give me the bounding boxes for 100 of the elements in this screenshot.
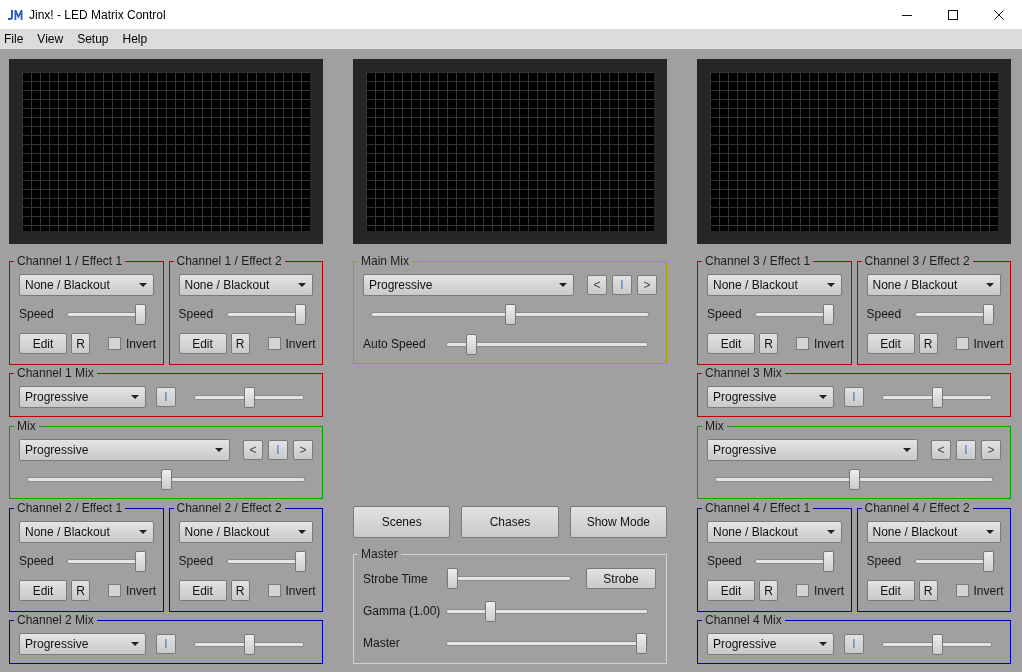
speed-label: Speed [19,553,55,570]
invert-checkbox[interactable] [267,337,281,350]
step-button[interactable]: < [243,440,263,460]
mode-button[interactable]: Scenes [353,506,451,538]
slider-thumb[interactable] [931,386,943,408]
slider-thumb[interactable] [465,333,477,355]
reset-button[interactable]: R [230,580,250,601]
slider-label: Gamma (1.00) [363,603,442,620]
step-button[interactable]: > [981,440,1001,460]
invert-label: Invert [973,335,1004,353]
slider-thumb[interactable] [823,550,834,572]
dropdown[interactable]: Progressive [707,439,918,461]
dropdown[interactable]: Progressive [707,386,834,408]
group-title: Mix [14,419,39,433]
slider-thumb[interactable] [243,633,255,655]
slider-thumb[interactable] [504,303,516,325]
invert-label: Invert [814,582,844,600]
dropdown[interactable]: None / Blackout [19,521,154,543]
step-button[interactable]: < [587,275,607,295]
edit-button[interactable]: Edit [707,333,755,354]
dropdown[interactable]: None / Blackout [178,521,313,543]
invert-checkbox[interactable] [267,584,281,597]
dropdown[interactable]: Progressive [19,386,146,408]
dropdown[interactable]: Progressive [19,439,230,461]
speed-label: Speed [707,553,743,570]
dropdown[interactable]: Progressive [19,633,146,655]
dropdown[interactable]: None / Blackout [178,274,313,296]
step-button[interactable]: > [637,275,657,295]
invert-checkbox[interactable] [796,584,809,597]
edit-button[interactable]: Edit [19,580,67,601]
dropdown[interactable]: None / Blackout [707,274,842,296]
invert-checkbox[interactable] [955,337,969,350]
slider-label: Strobe Time [363,570,429,588]
dropdown[interactable]: Progressive [707,633,834,655]
caret-icon [138,283,147,287]
group-title: Channel 3 / Effect 1 [702,254,814,268]
slider-thumb[interactable] [243,386,255,408]
mode-button[interactable]: Show Mode [569,506,667,538]
app-logo-icon [8,9,23,20]
dropdown[interactable]: None / Blackout [707,521,842,543]
slider-label: Auto Speed [363,336,427,353]
slider-thumb[interactable] [294,550,306,572]
speed-label: Speed [178,553,215,570]
reset-button[interactable]: R [230,333,250,354]
dropdown[interactable]: None / Blackout [866,521,1001,543]
caret-icon [298,530,306,534]
reset-button[interactable]: R [759,333,778,354]
speed-label: Speed [707,306,743,323]
speed-label: Speed [866,306,903,323]
menu-item[interactable]: View [37,30,64,48]
invert-label: Invert [126,335,156,353]
edit-button[interactable]: Edit [178,333,227,354]
reset-button[interactable]: R [759,580,778,601]
slider-thumb[interactable] [160,468,172,490]
invert-checkbox[interactable] [108,337,121,350]
dropdown[interactable]: None / Blackout [19,274,154,296]
dropdown[interactable]: None / Blackout [866,274,1001,296]
slider-thumb[interactable] [982,303,994,325]
caret-icon [819,642,827,646]
slider-thumb[interactable] [484,600,496,622]
edit-button[interactable]: Edit [19,333,67,354]
slider-thumb[interactable] [135,550,146,572]
menu-item[interactable]: Setup [77,30,109,48]
slider-thumb[interactable] [931,633,943,655]
slider-thumb[interactable] [848,468,860,490]
invert-label: Invert [126,582,156,600]
caret-icon [826,283,835,287]
mode-button[interactable]: Chases [461,506,559,538]
group-title: Channel 2 / Effect 1 [14,501,126,515]
caret-icon [138,530,147,534]
reset-button[interactable]: R [71,580,90,601]
invert-checkbox[interactable] [108,584,121,597]
caret-icon [819,395,827,399]
group-title: Main Mix [358,254,412,268]
menu-item[interactable]: File [4,30,24,48]
step-button[interactable]: < [931,440,951,460]
reset-button[interactable]: R [71,333,90,354]
invert-checkbox[interactable] [955,584,969,597]
slider-thumb[interactable] [823,303,834,325]
reset-button[interactable]: R [918,580,938,601]
edit-button[interactable]: Edit [866,333,915,354]
dropdown[interactable]: Progressive [363,274,574,296]
group-title: Channel 4 / Effect 2 [861,501,973,515]
slider-thumb[interactable] [636,632,647,654]
step-button[interactable]: > [293,440,313,460]
speed-label: Speed [178,306,215,323]
edit-button[interactable]: Edit [866,580,915,601]
reset-button[interactable]: R [918,333,938,354]
menu-item[interactable]: Help [122,30,148,48]
slider-thumb[interactable] [294,303,306,325]
group-title: Channel 2 / Effect 2 [173,501,285,515]
strobe-button[interactable]: Strobe [586,568,656,589]
slider-thumb[interactable] [982,550,994,572]
slider-thumb[interactable] [447,568,458,589]
caret-icon [986,283,994,287]
invert-checkbox[interactable] [796,337,809,350]
slider-thumb[interactable] [135,303,146,325]
edit-button[interactable]: Edit [707,580,755,601]
edit-button[interactable]: Edit [178,580,227,601]
speed-label: Speed [866,553,903,570]
